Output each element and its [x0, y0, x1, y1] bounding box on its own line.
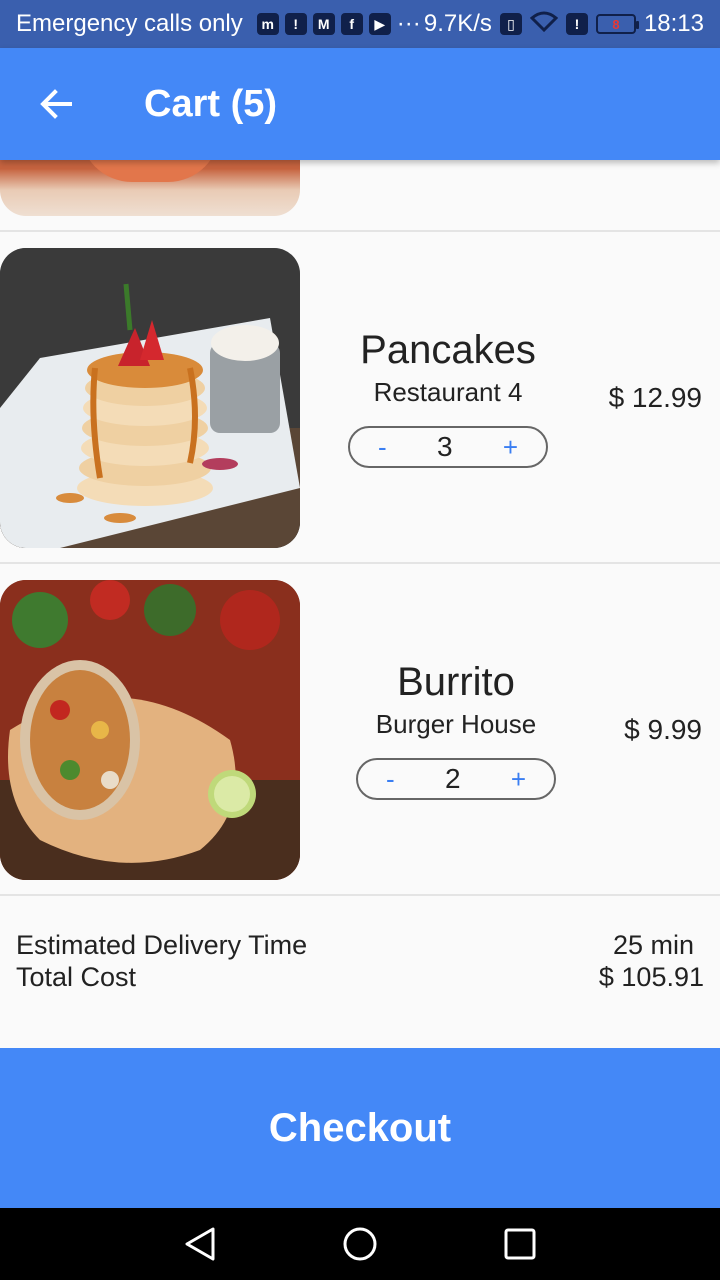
restaurant-name: Restaurant 4 — [373, 377, 523, 407]
nav-home-button[interactable] — [330, 1214, 390, 1274]
quantity-stepper: - 3 + — [348, 426, 548, 468]
checkout-button[interactable]: Checkout — [0, 1048, 720, 1208]
item-name: Burrito — [397, 660, 515, 704]
nav-recents-button[interactable] — [490, 1214, 550, 1274]
clock: 18:13 — [643, 10, 704, 37]
item-info: Burrito Burger House - 2 + — [316, 564, 596, 896]
cart-item: Pancakes Restaurant 4 - 3 + $ 12.99 — [0, 232, 720, 564]
back-button[interactable] — [0, 48, 112, 160]
delivery-time-row: Estimated Delivery Time 25 min — [16, 930, 704, 961]
item-price: $ 12.99 — [608, 382, 702, 413]
more-notifications-icon: ··· — [396, 10, 421, 37]
decrement-button[interactable]: - — [378, 432, 387, 463]
alert-icon: ! — [565, 13, 588, 35]
total-cost-label: Total Cost — [16, 962, 137, 992]
circle-home-icon — [343, 1227, 377, 1261]
messenger-icon: m — [256, 13, 279, 35]
checkout-label: Checkout — [268, 1105, 452, 1150]
delivery-time-label: Estimated Delivery Time — [16, 930, 308, 960]
square-recents-icon — [504, 1228, 536, 1260]
page-title: Cart (5) — [144, 82, 278, 125]
increment-button[interactable]: + — [503, 432, 518, 463]
battery-icon: 8 — [595, 14, 639, 34]
food-image — [0, 160, 300, 216]
item-price: $ 9.99 — [624, 714, 702, 745]
order-summary: Estimated Delivery Time 25 min Total Cos… — [0, 896, 720, 1048]
carrier-text: Emergency calls only — [16, 10, 243, 37]
quantity-stepper: - 2 + — [356, 758, 556, 800]
youtube-icon: ▶ — [368, 13, 391, 35]
total-cost-value: $ 105.91 — [598, 962, 704, 992]
item-info: Pancakes Restaurant 4 - 3 + — [308, 232, 588, 564]
network-speed: 9.7K/s — [423, 10, 492, 37]
status-bar: Emergency calls only m ! M f ▶ ··· 9.7K/… — [0, 0, 720, 48]
cart-item-partial — [0, 160, 720, 232]
delivery-time-value: 25 min — [612, 930, 694, 960]
vibrate-icon: ▯ — [499, 13, 522, 35]
system-nav-bar — [0, 1208, 720, 1280]
increment-button[interactable]: + — [511, 764, 526, 795]
gmail-icon: M — [312, 13, 335, 35]
facebook-icon: f — [340, 13, 363, 35]
item-name: Pancakes — [360, 328, 536, 372]
app-bar: Cart (5) — [0, 48, 720, 160]
nav-back-button[interactable] — [170, 1214, 230, 1274]
arrow-left-icon — [40, 89, 72, 119]
battery-level: 8 — [612, 16, 620, 32]
food-image — [0, 580, 300, 880]
sim-icon: ! — [284, 13, 307, 35]
triangle-back-icon — [185, 1227, 215, 1261]
cart-item: Burrito Burger House - 2 + $ 9.99 — [0, 564, 720, 896]
restaurant-name: Burger House — [375, 709, 537, 739]
quantity-value: 3 — [436, 431, 453, 462]
quantity-value: 2 — [444, 763, 461, 794]
food-image — [0, 248, 300, 548]
total-cost-row: Total Cost $ 105.91 — [16, 962, 704, 993]
decrement-button[interactable]: - — [386, 764, 395, 795]
wifi-icon — [529, 10, 559, 39]
